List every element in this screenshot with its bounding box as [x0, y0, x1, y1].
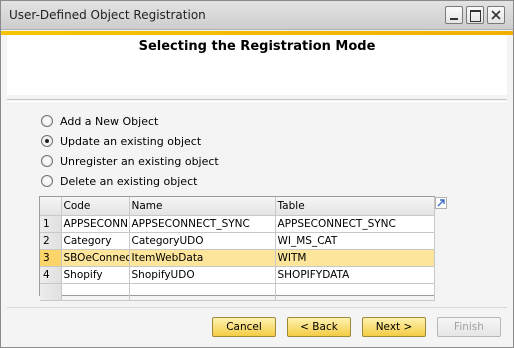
back-button[interactable]: < Back [287, 317, 351, 337]
table-row[interactable]: 1 APPSECONNECT APPSECONNECT_SYNC APPSECO… [40, 215, 435, 233]
window-title: User-Defined Object Registration [9, 8, 206, 22]
cell-code[interactable]: SBOeConnect_ [61, 249, 130, 267]
cell-name[interactable] [129, 283, 276, 301]
cell-name[interactable]: ShopifyUDO [129, 266, 276, 284]
radio-button[interactable] [41, 155, 53, 167]
cell-table[interactable]: WITM [275, 249, 435, 267]
cancel-button[interactable]: Cancel [212, 317, 276, 337]
radio-button[interactable] [41, 135, 53, 147]
table-row-empty[interactable] [40, 283, 435, 301]
finish-button[interactable]: Finish [437, 317, 501, 337]
cell-code[interactable]: APPSECONNECT [61, 215, 130, 233]
table-row[interactable]: 4 Shopify ShopifyUDO SHOPIFYDATA [40, 266, 435, 284]
footer-divider [7, 307, 507, 308]
header-panel: Selecting the Registration Mode [7, 35, 507, 95]
row-number[interactable]: 4 [40, 266, 62, 284]
radio-label: Unregister an existing object [60, 154, 219, 168]
radio-label: Add a New Object [60, 114, 159, 128]
expand-arrow-icon[interactable] [435, 197, 447, 209]
cell-name[interactable]: APPSECONNECT_SYNC [129, 215, 276, 233]
radio-button[interactable] [41, 175, 53, 187]
cell-table[interactable]: APPSECONNECT_SYNC [275, 215, 435, 233]
title-bar: User-Defined Object Registration [1, 1, 513, 30]
radio-update-existing-object[interactable]: Update an existing object [41, 133, 201, 149]
column-header-table[interactable]: Table [275, 197, 435, 216]
row-number[interactable]: 3 [40, 249, 62, 267]
row-number[interactable]: 1 [40, 215, 62, 233]
column-header-rownum[interactable]: # [40, 197, 62, 216]
column-header-code[interactable]: Code [61, 197, 130, 216]
table-row[interactable]: 2 Category CategoryUDO WI_MS_CAT [40, 232, 435, 250]
cell-table[interactable] [275, 283, 435, 301]
minimize-button[interactable] [445, 6, 463, 24]
cell-code[interactable]: Shopify [61, 266, 130, 284]
radio-delete-existing-object[interactable]: Delete an existing object [41, 173, 197, 189]
radio-button[interactable] [41, 115, 53, 127]
close-icon [491, 10, 501, 20]
page-title: Selecting the Registration Mode [138, 39, 376, 54]
radio-label: Delete an existing object [60, 174, 198, 188]
next-button[interactable]: Next > [362, 317, 426, 337]
close-button[interactable] [487, 6, 505, 24]
cell-code[interactable] [61, 283, 130, 301]
radio-label: Update an existing object [60, 134, 202, 148]
divider-highlight [7, 101, 507, 102]
row-number[interactable] [40, 283, 62, 301]
cell-table[interactable]: WI_MS_CAT [275, 232, 435, 250]
registration-window: User-Defined Object Registration Selecti… [0, 0, 514, 348]
radio-add-new-object[interactable]: Add a New Object [41, 113, 158, 129]
cell-table[interactable]: SHOPIFYDATA [275, 266, 435, 284]
cell-name[interactable]: ItemWebData [129, 249, 276, 267]
table-row-selected[interactable]: 3 SBOeConnect_ ItemWebData WITM [40, 249, 435, 267]
objects-grid[interactable]: # Code Name Table 1 APPSECONNECT APPSECO… [39, 196, 435, 301]
cell-code[interactable]: Category [61, 232, 130, 250]
maximize-button[interactable] [466, 6, 484, 24]
divider [7, 99, 507, 100]
cell-name[interactable]: CategoryUDO [129, 232, 276, 250]
radio-unregister-existing-object[interactable]: Unregister an existing object [41, 153, 219, 169]
column-header-name[interactable]: Name [129, 197, 276, 216]
row-number[interactable]: 2 [40, 232, 62, 250]
